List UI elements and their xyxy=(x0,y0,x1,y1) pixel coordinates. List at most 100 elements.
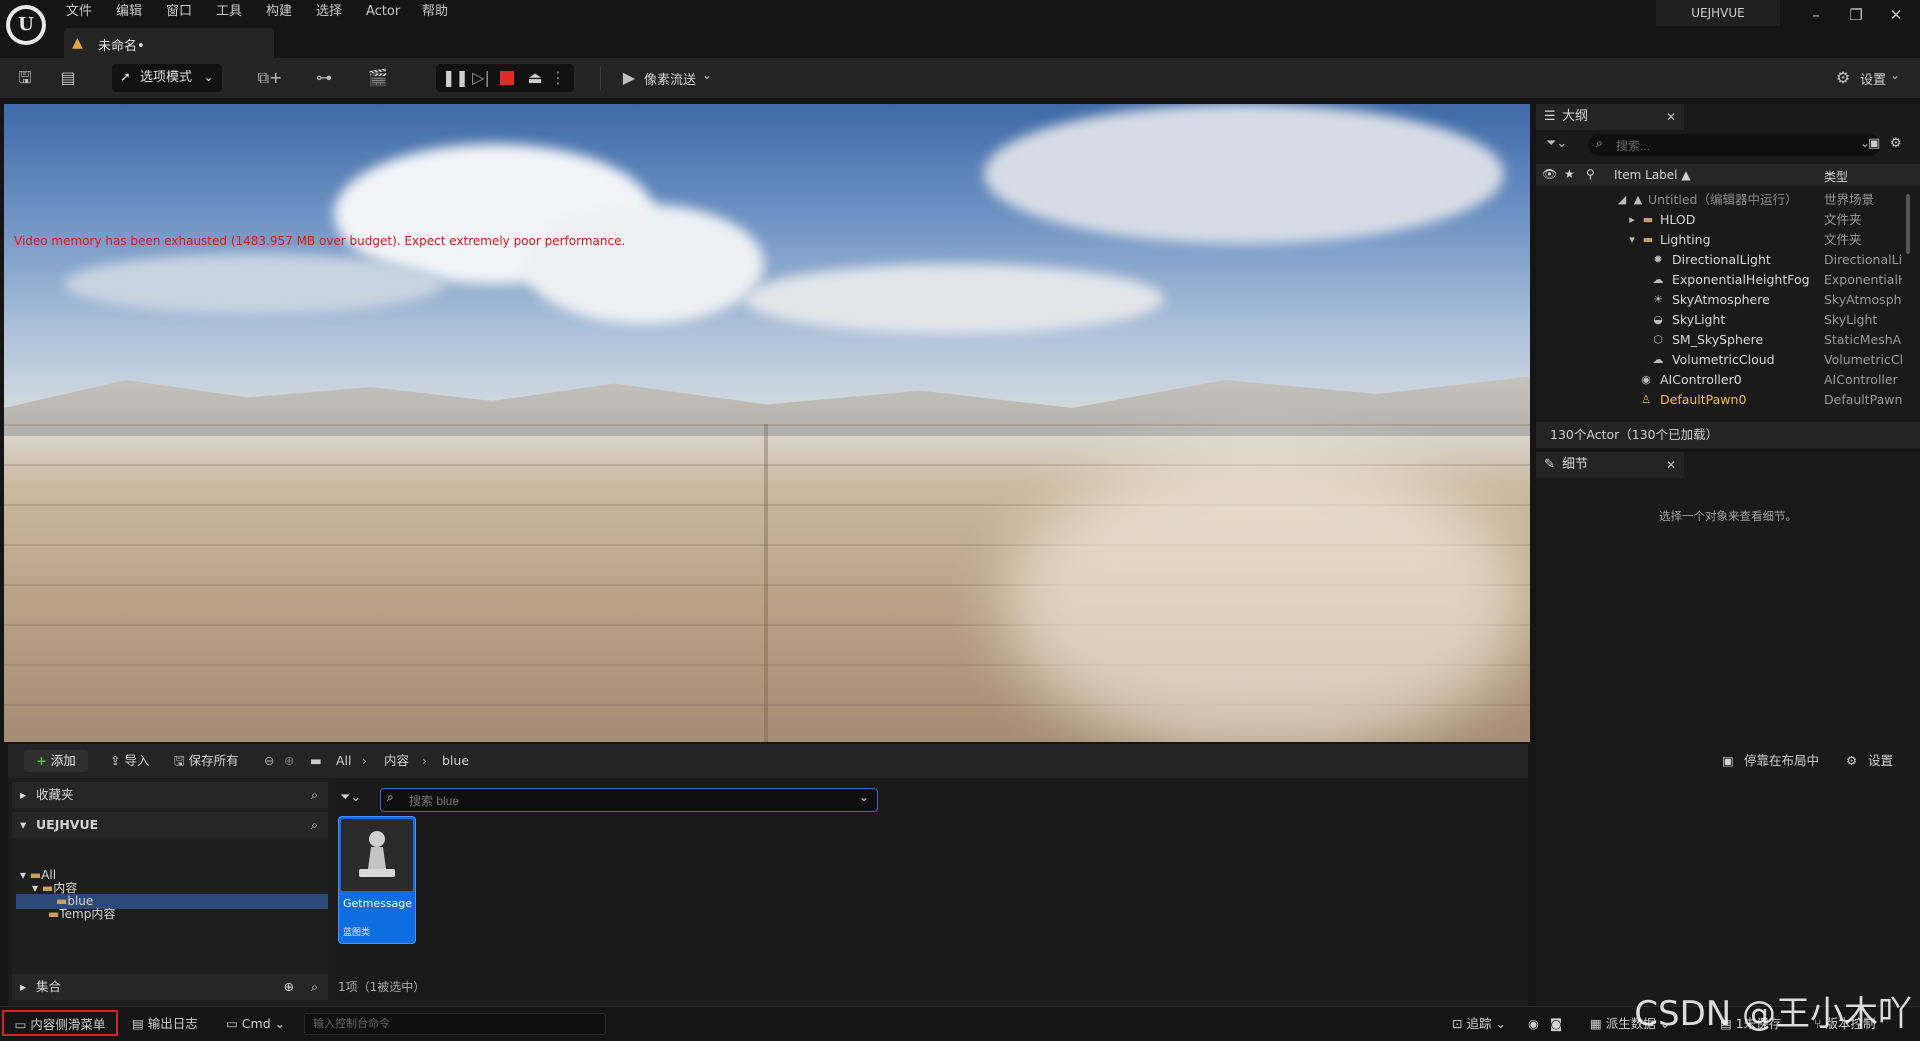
add-collection-icon[interactable]: ⊕ xyxy=(284,974,294,1000)
menu-actor[interactable]: Actor xyxy=(366,3,400,21)
unreal-logo-icon[interactable]: U xyxy=(6,5,46,45)
back-icon[interactable]: ⊖ xyxy=(264,750,274,772)
forward-icon[interactable]: ⊕ xyxy=(284,750,294,772)
row-type: SkyAtmosphe xyxy=(1824,292,1902,307)
dock-layout-icon[interactable]: ▣ xyxy=(1722,750,1734,772)
star-icon[interactable]: ★ xyxy=(1564,167,1575,181)
gear-icon[interactable]: ⚙ xyxy=(1832,67,1854,89)
new-folder-icon[interactable]: ▣ xyxy=(1868,136,1880,151)
outliner-row[interactable]: ▾ ▬ Lighting 文件夹 xyxy=(1536,230,1920,250)
browse-icon[interactable]: ▤ xyxy=(56,67,80,89)
close-icon[interactable]: ✕ xyxy=(1666,452,1676,478)
row-name: Lighting xyxy=(1660,232,1711,247)
outliner-search-box[interactable]: ⌕ ⌄ xyxy=(1588,134,1880,156)
output-log-button[interactable]: ▤ 输出日志 xyxy=(132,1015,198,1033)
menu-edit[interactable]: 编辑 xyxy=(116,3,142,21)
outliner-row[interactable]: ◒ SkyLight SkyLight xyxy=(1536,310,1920,330)
chevron-down-icon: ⌄ xyxy=(702,68,713,82)
filter-icon[interactable]: ⏷⌄ xyxy=(340,790,361,805)
step-frame-icon[interactable]: ▷| xyxy=(470,67,492,89)
mode-selector[interactable]: ➚ 选项模式 ⌄ xyxy=(112,64,222,92)
camera-icon[interactable]: ◙ xyxy=(1550,1015,1562,1033)
filter-icon[interactable]: ⏷⌄ xyxy=(1546,136,1567,151)
expand-arrow-icon[interactable]: ◢ xyxy=(1614,190,1630,210)
console-input[interactable] xyxy=(305,1014,595,1034)
save-all-button[interactable]: 🖫 保存所有 xyxy=(174,750,239,772)
cloud xyxy=(524,204,764,324)
menu-select[interactable]: 选择 xyxy=(316,3,342,21)
minimize-icon[interactable]: – xyxy=(1796,4,1836,26)
outliner-row[interactable]: ▸ ▬ HLOD 文件夹 xyxy=(1536,210,1920,230)
eye-icon[interactable]: 👁 xyxy=(1542,167,1557,181)
content-drawer-button[interactable]: ▭ 内容侧滑菜单 xyxy=(2,1010,118,1036)
tree-label: 内容 xyxy=(53,881,78,895)
search-icon[interactable]: ⌕ xyxy=(311,812,318,838)
column-item-label[interactable]: Item Label ▲ xyxy=(1614,168,1691,182)
close-icon[interactable]: ✕ xyxy=(1666,104,1676,130)
favorites-header[interactable]: ▸ 收藏夹 ⌕ xyxy=(12,782,328,808)
gear-icon[interactable]: ⚙ xyxy=(1890,136,1902,151)
folder-icon[interactable]: ▬ xyxy=(310,750,322,772)
asset-search-box[interactable]: ⌕ ⌄ xyxy=(380,788,878,812)
console-input-box[interactable] xyxy=(304,1013,606,1035)
tree-item-temp[interactable]: ▬Temp内容 xyxy=(48,907,115,922)
more-options-icon[interactable]: ⋮ xyxy=(550,67,566,89)
fog-icon: ☁ xyxy=(1652,273,1664,286)
cinematics-icon[interactable]: 🎬 xyxy=(360,67,396,89)
menu-window[interactable]: 窗口 xyxy=(166,3,192,21)
stop-icon[interactable] xyxy=(500,71,514,85)
outliner-search-input[interactable] xyxy=(1614,136,1848,156)
add-button[interactable]: + 添加 xyxy=(24,750,88,772)
asset-tile[interactable]: Getmessage 蓝图类 xyxy=(338,816,416,944)
outliner-row[interactable]: ☁ ExponentialHeightFog ExponentialH xyxy=(1536,270,1920,290)
menu-file[interactable]: 文件 xyxy=(66,3,92,21)
eject-icon[interactable]: ⏏ xyxy=(524,67,546,89)
trace-button[interactable]: ⊡ 追踪 ⌄ xyxy=(1452,1015,1506,1033)
outliner-header: 👁 ★ ⚲ Item Label ▲ 类型 xyxy=(1536,164,1920,186)
column-type[interactable]: 类型 xyxy=(1824,168,1848,185)
menu-tools[interactable]: 工具 xyxy=(216,3,242,21)
restore-icon[interactable]: ❐ xyxy=(1836,4,1876,26)
gear-icon[interactable]: ⚙ xyxy=(1846,750,1857,772)
menu-help[interactable]: 帮助 xyxy=(422,3,448,21)
blueprint-icon[interactable]: ⊶ xyxy=(306,67,342,89)
expand-arrow-icon[interactable]: ▸ xyxy=(1624,210,1640,230)
settings-button[interactable]: 设置 xyxy=(1860,69,1886,88)
outliner-row[interactable]: ⬡ SM_SkySphere StaticMeshA xyxy=(1536,330,1920,350)
project-header[interactable]: ▾ UEJHVUE ⌕ xyxy=(12,812,328,838)
breadcrumb-content[interactable]: 内容 xyxy=(384,750,409,772)
outliner-row[interactable]: ☁ VolumetricCloud VolumetricCl xyxy=(1536,350,1920,370)
add-actor-icon[interactable]: ⧉+ xyxy=(252,67,288,89)
level-tab[interactable]: ▲ 未命名• xyxy=(64,28,274,58)
record-icon[interactable]: ◉ xyxy=(1528,1015,1539,1033)
outliner-tab[interactable]: ☰ 大纲 ✕ xyxy=(1536,104,1684,130)
expand-arrow-icon[interactable]: ▾ xyxy=(1624,230,1640,250)
scrollbar[interactable] xyxy=(1906,194,1910,254)
import-button[interactable]: ⇪ 导入 xyxy=(110,750,149,772)
outliner-row[interactable]: ◢ ▲ Untitled（编辑器中运行） 世界场景 xyxy=(1536,190,1920,210)
outliner-row[interactable]: ♙ DefaultPawn0 DefaultPawn xyxy=(1536,390,1920,410)
close-icon[interactable]: ✕ xyxy=(1876,4,1916,26)
breadcrumb-blue[interactable]: blue xyxy=(442,750,469,772)
cmd-selector[interactable]: ▭ Cmd ⌄ xyxy=(226,1015,285,1033)
outliner-row[interactable]: ✹ DirectionalLight DirectionalLig xyxy=(1536,250,1920,270)
level-viewport[interactable]: Video memory has been exhausted (1483.95… xyxy=(4,104,1530,742)
save-icon[interactable]: 🖫 xyxy=(14,67,36,89)
collections-header[interactable]: ▸ 集合 ⊕ ⌕ xyxy=(12,974,328,1000)
dock-layout-button[interactable]: 停靠在布局中 xyxy=(1744,750,1819,772)
main-toolbar: 🖫 ▤ ➚ 选项模式 ⌄ ⧉+ ⊶ 🎬 ❚❚ ▷| ⏏ ⋮ ▶ 像素流送 ⌄ ⚙… xyxy=(0,58,1920,98)
pause-icon[interactable]: ❚❚ xyxy=(442,67,469,89)
outliner-row[interactable]: ◉ AIController0 AIController xyxy=(1536,370,1920,390)
breadcrumb-all[interactable]: All xyxy=(336,750,352,772)
pixel-streaming-button[interactable]: 像素流送 xyxy=(644,69,696,88)
pin-icon[interactable]: ⚲ xyxy=(1586,167,1595,181)
asset-search-input[interactable] xyxy=(407,791,841,811)
menu-build[interactable]: 构建 xyxy=(266,3,292,21)
outliner-row[interactable]: ☀ SkyAtmosphere SkyAtmosphe xyxy=(1536,290,1920,310)
settings-button[interactable]: 设置 xyxy=(1868,750,1893,772)
details-tab[interactable]: ✎ 细节 ✕ xyxy=(1536,452,1684,478)
folder-open-icon: ▬ xyxy=(29,868,42,882)
pixel-streaming-icon[interactable]: ▶ xyxy=(618,67,640,89)
search-icon[interactable]: ⌕ xyxy=(311,782,318,808)
search-icon[interactable]: ⌕ xyxy=(311,974,318,1000)
